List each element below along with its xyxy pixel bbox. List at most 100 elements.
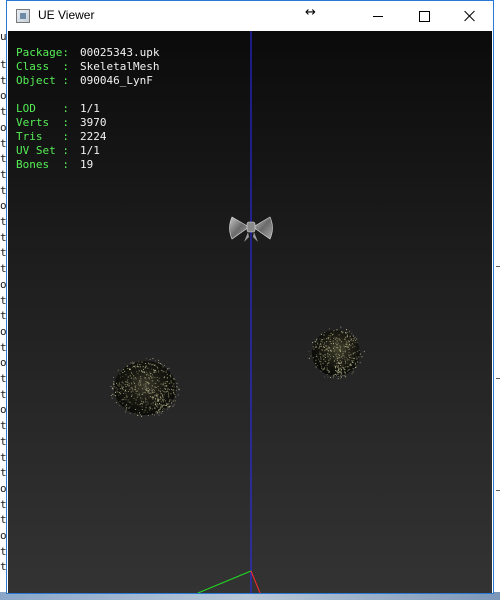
fur-speck [327, 347, 329, 349]
fur-speck [134, 412, 136, 414]
fur-speck [345, 332, 347, 334]
fur-speck [159, 410, 161, 412]
fur-speck [316, 341, 318, 343]
fur-speck [130, 391, 132, 393]
fur-speck [312, 346, 314, 348]
fur-speck [343, 347, 345, 348]
fur-speck [335, 342, 337, 344]
fur-speck [153, 369, 155, 371]
close-button[interactable] [447, 1, 493, 31]
fur-speck [134, 382, 135, 384]
fur-speck [172, 385, 174, 387]
fur-speck [170, 393, 172, 395]
fur-speck [146, 401, 148, 403]
fur-speck [120, 384, 122, 386]
fur-speck [177, 394, 179, 396]
fur-speck [138, 382, 140, 384]
fur-speck [125, 389, 127, 391]
fur-speck [328, 359, 330, 361]
fur-speck [171, 388, 172, 390]
fur-speck [135, 409, 137, 410]
fur-speck [158, 380, 160, 382]
fur-speck [338, 365, 339, 367]
fur-speck [125, 391, 127, 393]
fur-speck [129, 369, 130, 371]
fur-speck [146, 411, 148, 413]
fur-speck [145, 371, 147, 373]
fur-speck [354, 364, 356, 366]
fur-speck [167, 408, 169, 410]
fur-speck [113, 386, 115, 388]
fur-speck [159, 408, 161, 410]
fur-speck [346, 359, 348, 361]
fur-speck [158, 377, 160, 379]
fur-speck [353, 338, 355, 340]
fur-speck [339, 348, 341, 350]
fur-speck [327, 363, 328, 365]
3d-viewport[interactable]: Package: 00025343.upk Class : SkeletalMe… [8, 31, 492, 593]
fur-speck [328, 339, 330, 341]
fur-speck [330, 350, 332, 352]
fur-speck [135, 378, 137, 380]
fur-speck [152, 380, 154, 382]
fur-speck [163, 382, 165, 384]
fur-speck [152, 404, 154, 406]
fur-speck [149, 406, 151, 408]
fur-speck [163, 399, 165, 401]
fur-speck [169, 402, 171, 404]
fur-speck [144, 377, 146, 379]
fur-speck [138, 366, 140, 368]
fur-speck [160, 393, 162, 395]
fur-speck [153, 364, 155, 366]
fur-speck [111, 393, 113, 395]
fur-speck [337, 373, 338, 375]
fur-speck [166, 404, 168, 406]
fur-speck [115, 392, 117, 393]
fur-speck [336, 360, 338, 362]
fur-speck [142, 388, 144, 390]
fur-speck [147, 387, 149, 389]
fur-speck [329, 354, 331, 356]
fur-speck [149, 409, 151, 411]
fur-speck [350, 365, 352, 366]
fur-speck [141, 415, 142, 417]
info-row-uvset: UV Set : 1/1 [16, 144, 159, 158]
fur-speck [113, 382, 115, 384]
fur-speck [318, 358, 319, 360]
app-icon[interactable] [16, 9, 30, 23]
fur-speck [162, 366, 164, 368]
maximize-button[interactable] [401, 1, 447, 31]
resize-cursor-icon: ↔ [305, 5, 316, 20]
fur-speck [144, 367, 146, 369]
minimize-button[interactable] [355, 1, 401, 31]
fur-speck [131, 366, 133, 368]
fur-speck [154, 377, 156, 378]
fur-speck [118, 394, 120, 396]
ue-viewer-window[interactable]: UE Viewer ↔ Package: 00025343.upk Class … [6, 0, 494, 594]
fur-speck [323, 356, 325, 357]
fur-speck [167, 368, 169, 370]
fur-speck [337, 378, 339, 380]
fur-speck [346, 334, 348, 336]
fur-speck [171, 389, 173, 391]
fur-speck [165, 371, 167, 373]
fur-speck [124, 371, 126, 373]
fur-speck [344, 351, 346, 353]
fur-speck [333, 338, 335, 339]
fur-speck [335, 337, 337, 339]
fur-speck [122, 382, 124, 384]
fur-speck [319, 338, 321, 340]
info-label: LOD : [16, 102, 69, 115]
fur-speck [313, 348, 315, 350]
fur-speck [115, 402, 117, 404]
fur-speck [336, 356, 338, 358]
fur-speck [137, 363, 138, 365]
fur-speck [125, 405, 127, 407]
fur-speck [116, 389, 118, 391]
fur-speck [151, 390, 153, 392]
fur-speck [326, 349, 328, 351]
info-value: 1/1 [80, 102, 100, 115]
title-bar[interactable]: UE Viewer ↔ [7, 1, 493, 31]
fur-speck [128, 382, 130, 384]
fur-speck [149, 389, 151, 390]
